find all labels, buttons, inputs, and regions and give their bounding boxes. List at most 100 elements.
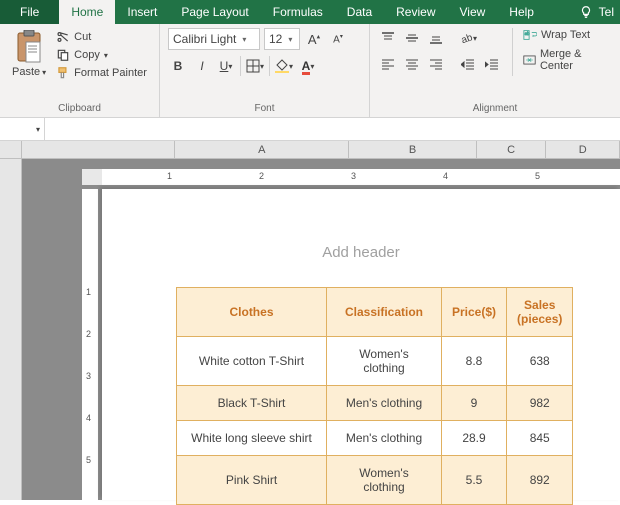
align-left-icon (381, 57, 395, 71)
align-top-button[interactable] (378, 28, 398, 48)
table-cell[interactable]: Men's clothing (327, 421, 442, 456)
decrease-indent-button[interactable] (458, 54, 478, 74)
align-right-icon (429, 57, 443, 71)
horizontal-ruler[interactable]: 12345 (102, 169, 620, 185)
lightbulb-icon (579, 5, 593, 19)
align-center-button[interactable] (402, 54, 422, 74)
column-header-b[interactable]: B (349, 141, 476, 158)
sheet-canvas[interactable]: 12345 12345 Add header ClothesClassifica… (22, 159, 620, 500)
align-right-button[interactable] (426, 54, 446, 74)
borders-button[interactable]: ▾ (245, 56, 265, 76)
page-header-placeholder[interactable]: Add header (102, 244, 620, 261)
table-cell[interactable]: White cotton T-Shirt (177, 337, 327, 386)
group-label-font: Font (160, 102, 369, 117)
font-color-button[interactable]: A▾ (298, 56, 318, 76)
paste-button[interactable]: Paste▾ (8, 28, 50, 98)
increase-font-button[interactable]: A▴ (304, 29, 324, 49)
copy-label: Copy (74, 49, 100, 61)
fill-color-button[interactable]: ▾ (274, 56, 294, 76)
table-cell[interactable]: 5.5 (442, 456, 507, 505)
tab-review[interactable]: Review (384, 0, 447, 24)
chevron-down-icon: ▾ (242, 35, 246, 44)
name-box[interactable]: ▾ (0, 118, 45, 140)
format-painter-label: Format Painter (74, 67, 147, 79)
copy-icon (56, 48, 70, 62)
workspace: ABCD 12345 12345 Add header ClothesClass… (0, 141, 620, 500)
ruler-num: 2 (259, 171, 264, 181)
align-bottom-button[interactable] (426, 28, 446, 48)
table-cell[interactable]: Pink Shirt (177, 456, 327, 505)
select-all-corner[interactable] (0, 141, 22, 159)
bold-button[interactable]: B (168, 56, 188, 76)
tab-view[interactable]: View (448, 0, 498, 24)
table-header[interactable]: Sales (pieces) (507, 288, 573, 337)
data-table[interactable]: ClothesClassificationPrice($)Sales (piec… (176, 287, 573, 505)
increase-indent-button[interactable] (482, 54, 502, 74)
tab-file[interactable]: File (0, 0, 59, 24)
chevron-down-icon: ▾ (310, 62, 314, 71)
wrap-text-label: Wrap Text (541, 29, 590, 41)
tab-data[interactable]: Data (335, 0, 384, 24)
paintbrush-icon (56, 66, 70, 80)
page[interactable]: Add header ClothesClassificationPrice($)… (102, 189, 620, 500)
svg-text:ab: ab (525, 31, 530, 36)
underline-button[interactable]: U▾ (216, 56, 236, 76)
chevron-down-icon: ▾ (228, 62, 232, 71)
column-header-d[interactable]: D (546, 141, 620, 158)
paste-label: Paste (12, 66, 40, 78)
ruler-num: 5 (535, 171, 540, 181)
font-name-combo[interactable]: Calibri Light▾ (168, 28, 260, 50)
table-cell[interactable]: Men's clothing (327, 386, 442, 421)
tab-formulas[interactable]: Formulas (261, 0, 335, 24)
ruler-num: 4 (443, 171, 448, 181)
table-row[interactable]: White cotton T-ShirtWomen's clothing8.86… (177, 337, 573, 386)
tab-help[interactable]: Help (497, 0, 546, 24)
tell-me[interactable]: Tel (573, 0, 620, 24)
clipboard-paste-icon (15, 30, 43, 64)
group-alignment: ab▾ ab Wrap Text M (370, 24, 620, 117)
table-header[interactable]: Clothes (177, 288, 327, 337)
table-cell[interactable]: 8.8 (442, 337, 507, 386)
group-label-alignment: Alignment (370, 102, 620, 117)
tab-home[interactable]: Home (59, 0, 115, 24)
vertical-ruler[interactable]: 12345 (82, 189, 98, 500)
align-middle-button[interactable] (402, 28, 422, 48)
table-cell[interactable]: White long sleeve shirt (177, 421, 327, 456)
borders-icon (246, 59, 260, 73)
wrap-text-button[interactable]: ab Wrap Text (523, 28, 612, 42)
column-header-c[interactable]: C (477, 141, 547, 158)
table-header[interactable]: Price($) (442, 288, 507, 337)
table-cell[interactable]: 9 (442, 386, 507, 421)
ruler-num: 1 (86, 287, 91, 297)
table-cell[interactable]: 28.9 (442, 421, 507, 456)
table-cell[interactable]: 982 (507, 386, 573, 421)
align-center-icon (405, 57, 419, 71)
table-cell[interactable]: 845 (507, 421, 573, 456)
font-color-icon: A (302, 59, 311, 73)
table-row[interactable]: Black T-ShirtMen's clothing9982 (177, 386, 573, 421)
orientation-button[interactable]: ab▾ (458, 28, 478, 48)
font-size-combo[interactable]: 12▾ (264, 28, 300, 50)
ruler-num: 5 (86, 455, 91, 465)
cut-button[interactable]: Cut (56, 30, 147, 44)
align-bottom-icon (429, 31, 443, 45)
table-cell[interactable]: Women's clothing (327, 456, 442, 505)
tab-insert[interactable]: Insert (115, 0, 169, 24)
table-cell[interactable]: Women's clothing (327, 337, 442, 386)
table-cell[interactable]: 892 (507, 456, 573, 505)
tab-page-layout[interactable]: Page Layout (169, 0, 260, 24)
merge-center-button[interactable]: Merge & Center (523, 48, 612, 72)
ruler-num: 4 (86, 413, 91, 423)
table-cell[interactable]: Black T-Shirt (177, 386, 327, 421)
column-header-a[interactable]: A (175, 141, 349, 158)
table-row[interactable]: White long sleeve shirtMen's clothing28.… (177, 421, 573, 456)
table-row[interactable]: Pink ShirtWomen's clothing5.5892 (177, 456, 573, 505)
copy-button[interactable]: Copy▾ (56, 48, 147, 62)
underline-icon: U (220, 59, 229, 73)
align-left-button[interactable] (378, 54, 398, 74)
italic-button[interactable]: I (192, 56, 212, 76)
table-cell[interactable]: 638 (507, 337, 573, 386)
format-painter-button[interactable]: Format Painter (56, 66, 147, 80)
decrease-font-button[interactable]: A▾ (328, 29, 348, 49)
table-header[interactable]: Classification (327, 288, 442, 337)
